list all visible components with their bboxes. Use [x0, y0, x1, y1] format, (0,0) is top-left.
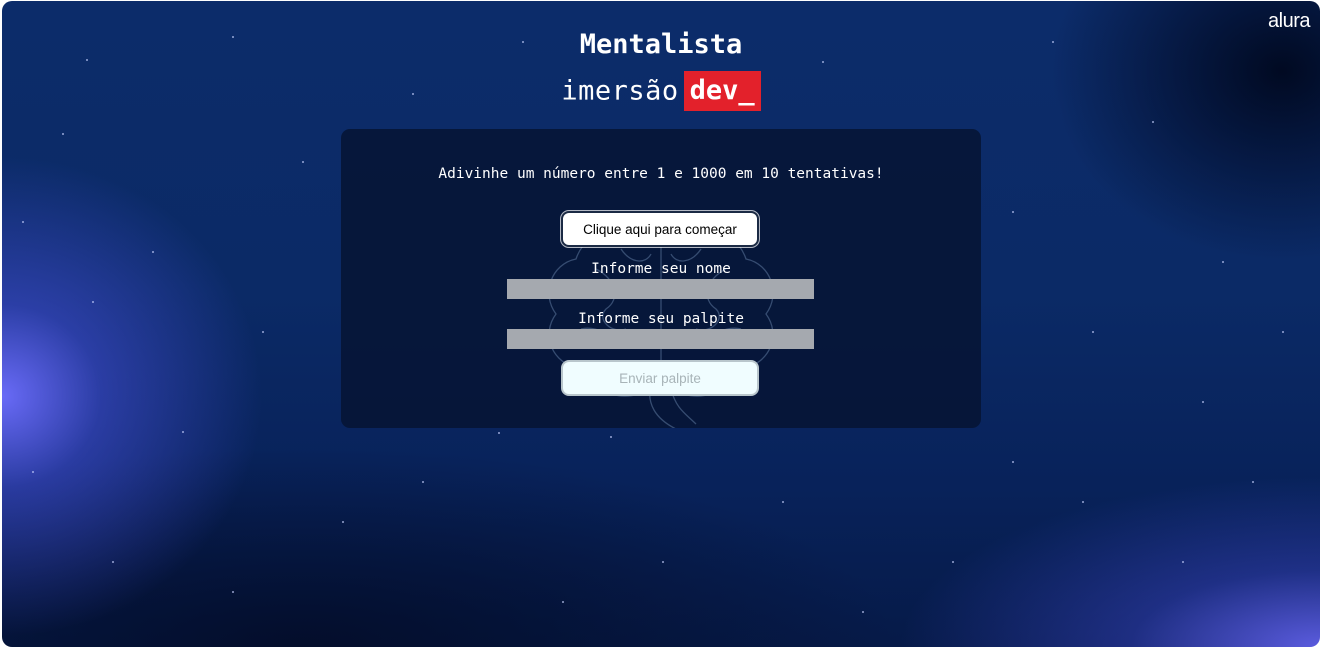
- name-input[interactable]: [507, 279, 814, 299]
- dev-badge: dev_: [683, 71, 761, 111]
- page-title: Mentalista: [579, 29, 743, 60]
- game-instructions: Adivinhe um número entre 1 e 1000 em 10 …: [438, 166, 884, 182]
- start-button[interactable]: Clique aqui para começar: [561, 211, 759, 247]
- guess-label: Informe seu palpite: [578, 311, 744, 327]
- guess-input[interactable]: [507, 329, 814, 349]
- imersao-dev-logo: imersão dev_: [2, 71, 1320, 111]
- send-guess-button[interactable]: Enviar palpite: [561, 360, 759, 396]
- app-window: alura Mentalista imersão dev_ Adivinhe um…: [2, 1, 1320, 647]
- name-label: Informe seu nome: [591, 261, 731, 277]
- game-card: Adivinhe um número entre 1 e 1000 em 10 …: [341, 129, 981, 428]
- imersao-text: imersão: [561, 75, 679, 107]
